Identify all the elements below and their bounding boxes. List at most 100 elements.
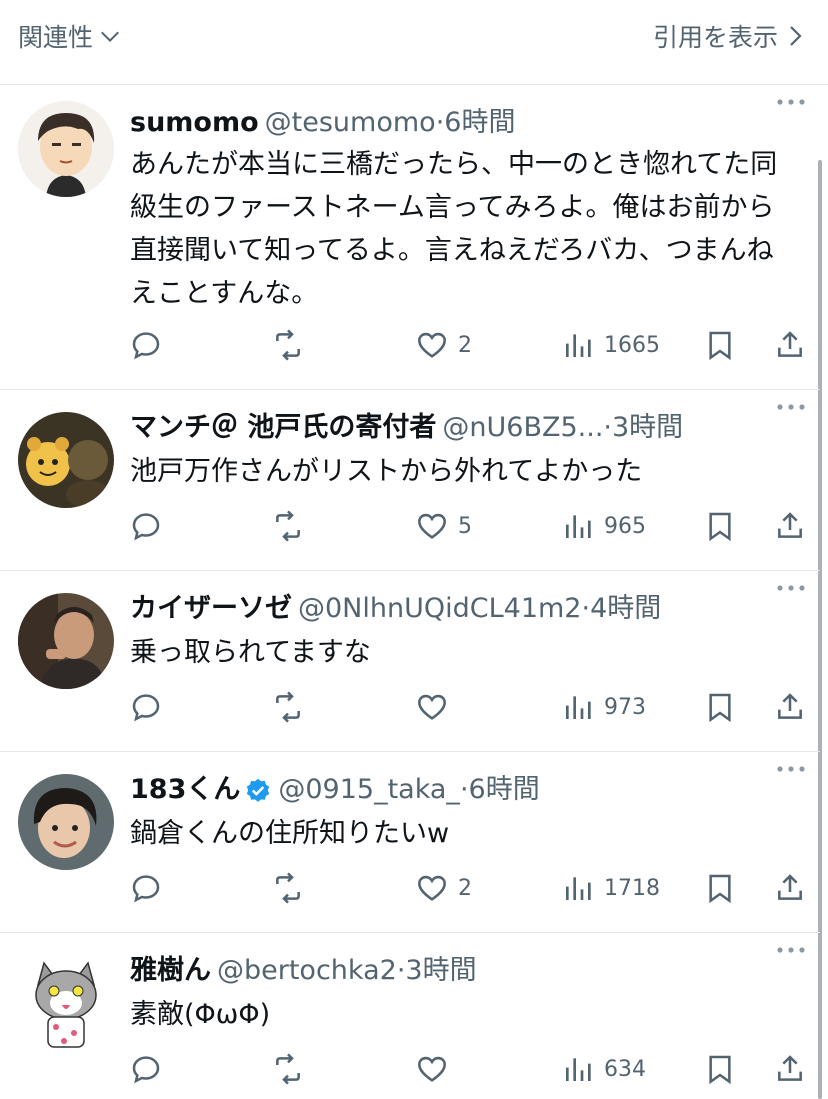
reply-button[interactable] — [130, 325, 162, 365]
repost-icon — [276, 691, 300, 723]
repost-icon — [276, 510, 300, 542]
views-icon — [566, 334, 591, 357]
post-text: 素敵(ΦωΦ) — [130, 999, 271, 1030]
avatar[interactable] — [18, 593, 114, 689]
bookmark-button[interactable] — [704, 687, 736, 727]
like-icon — [418, 1056, 446, 1082]
views-button[interactable]: 1665 — [562, 325, 660, 365]
like-button[interactable]: 2 — [416, 868, 472, 908]
bookmark-button[interactable] — [704, 868, 736, 908]
share-button[interactable] — [774, 325, 806, 365]
like-count: 5 — [458, 513, 472, 539]
view-count: 965 — [604, 513, 646, 539]
like-button[interactable] — [416, 1049, 458, 1089]
views-button[interactable]: 634 — [562, 1049, 646, 1089]
repost-button[interactable] — [272, 1049, 304, 1089]
views-button[interactable]: 965 — [562, 506, 646, 546]
avatar[interactable] — [18, 955, 114, 1051]
reply-post[interactable]: カイザーソゼ @0NlhnUQidCL41m2·4時間 乗っ取られてますな 973 — [0, 571, 820, 752]
repost-icon — [276, 872, 300, 904]
avatar-photo-icon — [18, 774, 114, 870]
avatar-photo-icon — [18, 593, 114, 689]
like-icon — [418, 513, 446, 539]
like-button[interactable]: 5 — [416, 506, 472, 546]
views-icon — [566, 1058, 591, 1081]
like-count: 2 — [458, 332, 472, 358]
views-button[interactable]: 1718 — [562, 868, 660, 908]
reply-icon — [132, 875, 160, 903]
share-button[interactable] — [774, 868, 806, 908]
display-name[interactable]: カイザーソゼ — [130, 593, 292, 624]
more-icon[interactable] — [776, 945, 806, 955]
bookmark-icon — [709, 1055, 731, 1085]
view-count: 973 — [604, 694, 646, 720]
like-button[interactable]: 2 — [416, 325, 472, 365]
user-handle[interactable]: @0915_taka_ — [278, 774, 460, 805]
reply-post[interactable]: マンチ＠ 池戸氏の寄付者 @nU6BZ5...·3時間 池戸万作さんがリストから外… — [0, 390, 820, 571]
reply-icon — [132, 513, 160, 541]
sort-dropdown[interactable]: 関連性 — [18, 18, 121, 54]
avatar-illustration-icon — [18, 412, 114, 508]
reply-button[interactable] — [130, 868, 162, 908]
display-name[interactable]: 183くん — [130, 774, 240, 805]
display-name[interactable]: sumomo — [130, 107, 259, 138]
separator-dot: · — [581, 593, 591, 624]
bookmark-button[interactable] — [704, 506, 736, 546]
share-button[interactable] — [774, 687, 806, 727]
avatar[interactable] — [18, 774, 114, 870]
more-icon[interactable] — [776, 583, 806, 593]
post-time[interactable]: 6時間 — [444, 107, 515, 138]
post-header: マンチ＠ 池戸氏の寄付者 @nU6BZ5...·3時間 — [130, 408, 750, 448]
more-icon[interactable] — [776, 764, 806, 774]
reply-post[interactable]: 183くん @0915_taka_·6時間 鍋倉くんの住所知りたいw 2 1718 — [0, 752, 820, 933]
share-button[interactable] — [774, 506, 806, 546]
avatar[interactable] — [18, 101, 114, 197]
repost-button[interactable] — [272, 868, 304, 908]
post-time[interactable]: 3時間 — [612, 412, 683, 443]
avatar[interactable] — [18, 412, 114, 508]
chevron-down-icon — [101, 31, 119, 43]
action-bar: 2 1665 — [130, 325, 810, 365]
repost-button[interactable] — [272, 325, 304, 365]
reply-post[interactable]: 雅樹ん @bertochka2·3時間 素敵(ΦωΦ) 634 — [0, 933, 820, 1099]
reply-button[interactable] — [130, 687, 162, 727]
post-header: sumomo @tesumomo·6時間 — [130, 103, 750, 143]
replies-header: 関連性 引用を表示 — [0, 0, 828, 85]
separator-dot: · — [603, 412, 612, 443]
bookmark-icon — [709, 874, 731, 904]
user-handle[interactable]: @bertochka2 — [217, 955, 397, 986]
bookmark-button[interactable] — [704, 325, 736, 365]
view-count: 1718 — [604, 875, 660, 901]
post-header: 雅樹ん @bertochka2·3時間 — [130, 951, 750, 991]
separator-dot: · — [435, 107, 445, 138]
user-handle[interactable]: @nU6BZ5... — [442, 412, 603, 443]
post-time[interactable]: 4時間 — [590, 593, 661, 624]
more-icon[interactable] — [776, 402, 806, 412]
views-icon — [566, 696, 591, 719]
views-button[interactable]: 973 — [562, 687, 646, 727]
verified-badge-icon — [247, 778, 270, 802]
reply-post[interactable]: sumomo @tesumomo·6時間 あんたが本当に三橋だったら、中一のとき惚… — [0, 85, 820, 390]
user-handle[interactable]: @tesumomo — [265, 107, 436, 138]
repost-button[interactable] — [272, 506, 304, 546]
repost-icon — [276, 1053, 300, 1085]
post-text: あんたが本当に三橋だったら、中一のとき惚れてた同級生のファーストネーム言ってみろ… — [130, 149, 778, 309]
display-name[interactable]: マンチ＠ 池戸氏の寄付者 — [130, 412, 436, 443]
bookmark-button[interactable] — [704, 1049, 736, 1089]
action-bar: 634 — [130, 1049, 810, 1089]
display-name[interactable]: 雅樹ん — [130, 955, 211, 986]
post-text: 鍋倉くんの住所知りたいw — [130, 818, 450, 849]
post-time[interactable]: 6時間 — [469, 774, 540, 805]
reply-button[interactable] — [130, 506, 162, 546]
bookmark-icon — [709, 331, 731, 361]
like-icon — [418, 875, 446, 901]
view-quotes-link[interactable]: 引用を表示 — [653, 18, 804, 54]
like-button[interactable] — [416, 687, 458, 727]
share-button[interactable] — [774, 1049, 806, 1089]
repost-button[interactable] — [272, 687, 304, 727]
reply-button[interactable] — [130, 1049, 162, 1089]
more-icon[interactable] — [776, 97, 806, 107]
action-bar: 2 1718 — [130, 868, 810, 908]
post-time[interactable]: 3時間 — [405, 955, 476, 986]
user-handle[interactable]: @0NlhnUQidCL41m2 — [298, 593, 582, 624]
